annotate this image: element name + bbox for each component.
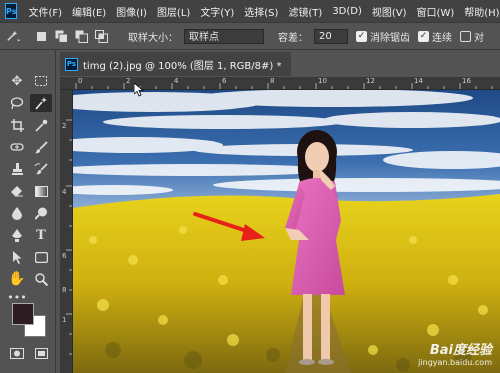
document-ps-icon: Ps: [65, 57, 78, 71]
history-brush-icon[interactable]: [30, 160, 52, 178]
menu-bar: Ps 文件(F) 编辑(E) 图像(I) 图层(L) 文字(Y) 选择(S) 滤…: [0, 0, 500, 22]
ruler-label: 0: [78, 77, 83, 85]
tool-options-bar: 取样大小： 取样点 容差： 20 ✓ 消除锯齿 ✓ 连续 对: [0, 22, 500, 50]
clone-stamp-icon[interactable]: [6, 160, 28, 178]
all-layers-checkbox[interactable]: [460, 30, 471, 42]
menu-type[interactable]: 文字(Y): [195, 4, 239, 19]
contiguous-checkbox[interactable]: ✓: [418, 30, 429, 42]
ruler-label: 12: [366, 77, 375, 85]
magic-wand-icon[interactable]: [30, 94, 52, 112]
screen-mode-icon[interactable]: [30, 344, 52, 362]
vertical-ruler: 2 4 6 8 1: [60, 90, 73, 373]
rect-marquee-icon[interactable]: [30, 72, 52, 90]
tolerance-label: 容差：: [278, 32, 308, 44]
subtract-from-selection-icon[interactable]: [74, 29, 88, 43]
ruler-label: 4: [62, 188, 67, 196]
all-layers-label: 对: [474, 32, 484, 44]
blur-icon[interactable]: [6, 204, 28, 222]
tools-panel: ✥ T ✋ •••: [0, 50, 56, 373]
hand-icon[interactable]: ✋: [6, 270, 28, 288]
path-selection-icon[interactable]: [6, 248, 28, 266]
menu-edit[interactable]: 编辑(E): [67, 4, 111, 19]
ruler-label: 2: [62, 122, 67, 130]
zoom-icon[interactable]: [30, 270, 52, 288]
watermark-url: jingyan.baidu.com: [418, 358, 492, 367]
menu-file[interactable]: 文件(F): [23, 4, 67, 19]
ruler-label: 8: [62, 286, 67, 294]
ruler-label: 16: [462, 77, 471, 85]
foreground-color-swatch[interactable]: [12, 303, 34, 325]
ruler-label: 10: [318, 77, 327, 85]
new-selection-icon[interactable]: [34, 29, 48, 43]
menu-view[interactable]: 视图(V): [367, 4, 412, 19]
eyedropper-icon[interactable]: [30, 116, 52, 134]
ruler-label: 6: [222, 77, 227, 85]
menu-filter[interactable]: 滤镜(T): [283, 4, 327, 19]
ruler-label: 4: [174, 77, 179, 85]
sample-size-dropdown[interactable]: 取样点: [184, 28, 264, 44]
ruler-label: 14: [414, 77, 423, 85]
move-icon[interactable]: ✥: [6, 72, 28, 90]
ruler-label: 6: [62, 252, 67, 260]
tolerance-input[interactable]: 20: [314, 28, 348, 44]
horizontal-ruler: 0 2 4 6 8 10 12 14 16: [60, 77, 500, 90]
brush-icon[interactable]: [30, 138, 52, 156]
gradient-icon[interactable]: [30, 182, 52, 200]
rectangle-shape-icon[interactable]: [30, 248, 52, 266]
magic-wand-preset-icon[interactable]: [6, 29, 20, 43]
pen-icon[interactable]: [6, 226, 28, 244]
antialias-label: 消除锯齿: [370, 32, 410, 44]
menu-select[interactable]: 选择(S): [239, 4, 283, 19]
quick-mask-icon[interactable]: [6, 344, 28, 362]
crop-icon[interactable]: [6, 116, 28, 134]
mouse-cursor-icon: [134, 83, 144, 97]
type-icon[interactable]: T: [30, 226, 52, 244]
image-canvas[interactable]: Bai度经验 jingyan.baidu.com: [73, 90, 500, 373]
ruler-label: 8: [270, 77, 275, 85]
sample-size-label: 取样大小：: [128, 32, 178, 44]
baidu-watermark: Bai度经验 jingyan.baidu.com: [418, 339, 492, 367]
document-tab[interactable]: Ps timg (2).jpg @ 100% (图层 1, RGB/8#) *: [60, 52, 292, 76]
menu-image[interactable]: 图像(I): [111, 4, 152, 19]
menu-layer[interactable]: 图层(L): [152, 4, 195, 19]
add-to-selection-icon[interactable]: [54, 29, 68, 43]
dodge-icon[interactable]: [30, 204, 52, 222]
contiguous-label: 连续: [432, 32, 452, 44]
eraser-icon[interactable]: [6, 182, 28, 200]
lasso-icon[interactable]: [6, 94, 28, 112]
watermark-logo: Bai度经验: [429, 343, 492, 358]
intersect-selection-icon[interactable]: [94, 29, 108, 43]
antialias-checkbox[interactable]: ✓: [356, 30, 367, 42]
photoshop-logo: Ps: [5, 3, 18, 19]
ruler-label: 2: [126, 77, 131, 85]
document-title: timg (2).jpg @ 100% (图层 1, RGB/8#) *: [83, 60, 282, 72]
menu-help[interactable]: 帮助(H): [459, 4, 500, 19]
healing-brush-icon[interactable]: [6, 138, 28, 156]
menu-3d[interactable]: 3D(D): [327, 6, 367, 17]
photo-image: [73, 90, 500, 373]
ruler-label: 1: [62, 316, 67, 324]
menu-window[interactable]: 窗口(W): [412, 4, 460, 19]
